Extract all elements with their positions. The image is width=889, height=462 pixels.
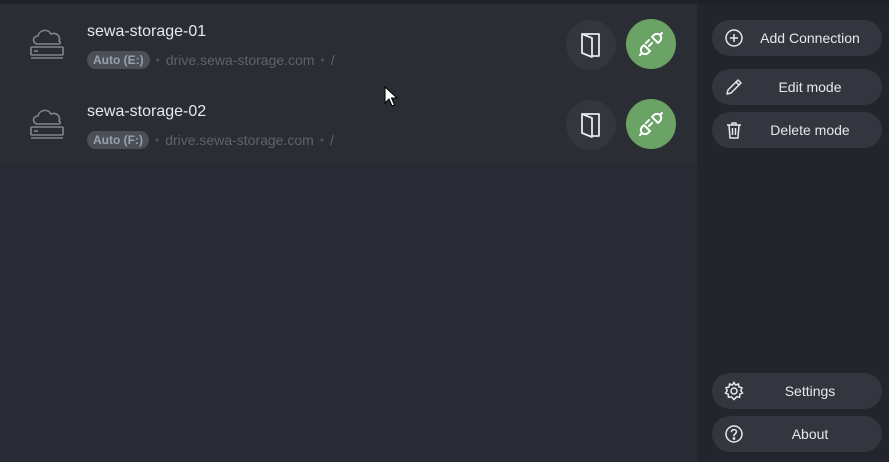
connection-row[interactable]: sewa-storage-01 Auto (E:) • drive.sewa-s… bbox=[0, 4, 697, 84]
connection-row[interactable]: sewa-storage-02 Auto (F:) • drive.sewa-s… bbox=[0, 84, 697, 164]
connection-path: / bbox=[330, 52, 335, 68]
connect-button[interactable] bbox=[626, 99, 676, 149]
settings-button[interactable]: Settings bbox=[712, 373, 882, 409]
connection-name: sewa-storage-01 bbox=[87, 23, 207, 40]
open-folder-icon bbox=[581, 33, 600, 58]
connection-host: drive.sewa-storage.com bbox=[165, 52, 315, 68]
open-folder-icon bbox=[581, 113, 600, 138]
separator-dot: • bbox=[320, 53, 325, 67]
connection-path: / bbox=[330, 132, 334, 148]
edit-mode-button[interactable]: Edit mode bbox=[712, 69, 882, 105]
mount-mode-badge: Auto (E:) bbox=[87, 51, 150, 69]
mount-mode-badge: Auto (F:) bbox=[87, 131, 149, 149]
plug-icon bbox=[639, 112, 663, 136]
edit-mode-label: Edit mode bbox=[778, 79, 842, 95]
delete-mode-button[interactable]: Delete mode bbox=[712, 112, 882, 148]
separator-dot: • bbox=[154, 133, 160, 147]
connection-details: Auto (E:) • drive.sewa-storage.com • / bbox=[87, 50, 335, 70]
mouse-pointer-icon bbox=[384, 86, 398, 107]
add-connection-label: Add Connection bbox=[760, 30, 860, 46]
about-label: About bbox=[791, 426, 829, 442]
open-folder-button[interactable] bbox=[566, 20, 616, 70]
connection-name: sewa-storage-02 bbox=[87, 103, 207, 120]
cloud-server-icon bbox=[30, 29, 64, 59]
connection-details: Auto (F:) • drive.sewa-storage.com • / bbox=[87, 130, 334, 150]
add-connection-button[interactable]: Add Connection bbox=[712, 20, 882, 56]
separator-dot: • bbox=[319, 133, 325, 147]
about-button[interactable]: About bbox=[712, 416, 882, 452]
plug-icon bbox=[639, 32, 663, 56]
cloud-server-icon bbox=[30, 109, 64, 139]
delete-mode-label: Delete mode bbox=[770, 122, 850, 138]
connect-button[interactable] bbox=[626, 19, 676, 69]
settings-label: Settings bbox=[784, 383, 836, 399]
separator-dot: • bbox=[155, 53, 160, 67]
connection-host: drive.sewa-storage.com bbox=[165, 132, 314, 148]
open-folder-button[interactable] bbox=[566, 100, 616, 150]
